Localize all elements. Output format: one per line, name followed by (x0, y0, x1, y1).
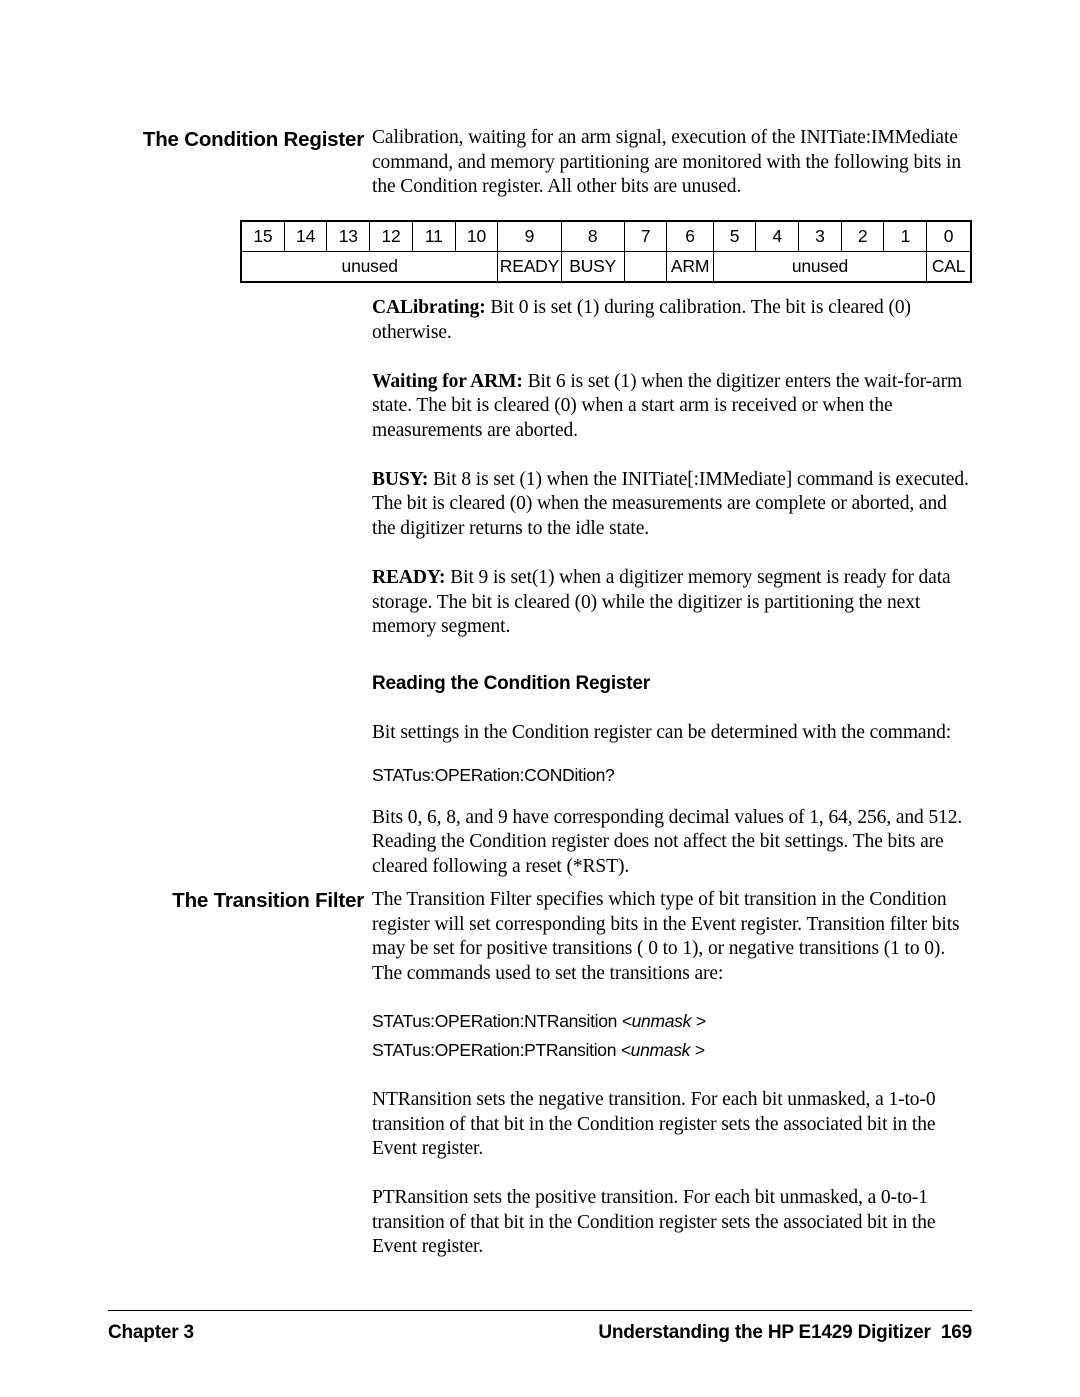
condition-register-intro: Calibration, waiting for an arm signal, … (372, 127, 961, 197)
bit-number-cell-15: 15 (242, 222, 285, 251)
bit-definition-busy: BUSY: Bit 8 is set (1) when the INITiate… (372, 468, 972, 542)
reading-paragraph-1: Bit settings in the Condition register c… (372, 722, 952, 743)
bit-number-cell-0: 0 (943, 226, 954, 246)
bit-number-cell-3: 3 (799, 222, 842, 251)
bit-number-cell-13: 13 (327, 222, 371, 251)
condition-register-intro-block: Calibration, waiting for an arm signal, … (372, 126, 972, 200)
bit-definition-lead: READY: (372, 567, 446, 588)
condition-register-bit-table: 15 14 13 12 11 10 9 8 7 6 5 4 3 2 1 0 unused READY BUSY AR… (240, 220, 972, 283)
bit-number-cell-12: 12 (370, 222, 413, 251)
bit-number-cell-2: 2 (842, 222, 885, 251)
scpi-command-name: STATus:OPERation:NTRansition (372, 1011, 622, 1031)
transition-paragraph-ntransition: NTRansition sets the negative transition… (372, 1089, 936, 1159)
bit-number-cell-5: 5 (714, 222, 757, 251)
bit-number-cell-9: 9 (498, 222, 562, 251)
scpi-command-parameter: <unmask > (621, 1011, 706, 1031)
footer-divider (108, 1310, 972, 1311)
bit-label-row: unused READY BUSY ARM unused CAL (242, 252, 970, 281)
scpi-command-ntransition: STATus:OPERation:NTRansition <unmask > (372, 1007, 972, 1036)
section-heading-condition-register: The Condition Register (142, 128, 364, 151)
transition-filter-intro: The Transition Filter specifies which ty… (372, 889, 960, 984)
bit-definition-lead: Waiting for ARM: (372, 370, 523, 392)
bit-number-cell-10: 10 (456, 222, 499, 251)
bit-number-cell-7: 7 (625, 222, 668, 251)
bit-definition-waiting-for-arm: Waiting for ARM: Bit 6 is set (1) when t… (372, 370, 972, 444)
bit-number-cell-4: 4 (756, 222, 800, 251)
bit-number-row: 15 14 13 12 11 10 9 8 7 6 5 4 3 2 1 0 (242, 222, 970, 252)
transition-filter-block: The Transition Filter specifies which ty… (372, 888, 972, 1260)
bit-definition-text: Bit 8 is set (1) when the INITiate[:IMMe… (372, 468, 969, 539)
scpi-command-condition-query: STATus:OPERation:CONDition? (372, 764, 615, 785)
bit-number-cell-14: 14 (285, 222, 328, 251)
bit-definition-ready: READY: Bit 9 is set(1) when a digitizer … (372, 566, 972, 640)
reading-paragraph-2: Bits 0, 6, 8, and 9 have corresponding d… (372, 806, 963, 877)
bit-number-cell-8: 8 (562, 222, 625, 251)
bit-number-cell-6: 6 (667, 222, 714, 251)
scpi-command-name: STATus:OPERation:PTRansition (372, 1040, 621, 1060)
bit-label-cell-empty (625, 252, 668, 281)
bit-label-cell-busy: BUSY (562, 252, 625, 281)
bit-number-cell-1: 1 (884, 222, 928, 251)
transition-paragraph-ptransition: PTRansition sets the positive transition… (372, 1187, 936, 1257)
sub-heading-reading-condition-register: Reading the Condition Register (372, 673, 650, 694)
reading-condition-register-block: Reading the Condition Register Bit setti… (372, 673, 972, 879)
bit-label-cell-arm: ARM (667, 252, 714, 281)
footer-chapter-label: Chapter 3 (108, 1322, 194, 1343)
bit-definition-lead: BUSY: (372, 468, 429, 490)
footer-title-and-page-number: Understanding the HP E1429 Digitizer 169 (598, 1322, 972, 1343)
bit-label-cell-unused: unused (714, 252, 928, 281)
bit-label-cell-unused: unused (242, 252, 499, 281)
section-heading-transition-filter: The Transition Filter (172, 889, 364, 912)
bit-number-cell-11: 11 (413, 222, 456, 251)
document-page: The Condition Register Calibration, wait… (0, 0, 1080, 1397)
bit-definitions-block: CALibrating: Bit 0 is set (1) during cal… (372, 296, 972, 640)
scpi-command-ptransition: STATus:OPERation:PTRansition <unmask > (372, 1036, 972, 1065)
bit-definition-calibrating: CALibrating: Bit 0 is set (1) during cal… (372, 296, 972, 345)
bit-definition-lead: CALibrating: (372, 297, 486, 318)
bit-label-cell-cal: CAL (931, 256, 966, 276)
scpi-command-parameter: <unmask > (620, 1040, 705, 1060)
bit-label-cell-ready: READY (498, 252, 562, 281)
bit-definition-text: Bit 9 is set(1) when a digitizer memory … (372, 567, 951, 637)
